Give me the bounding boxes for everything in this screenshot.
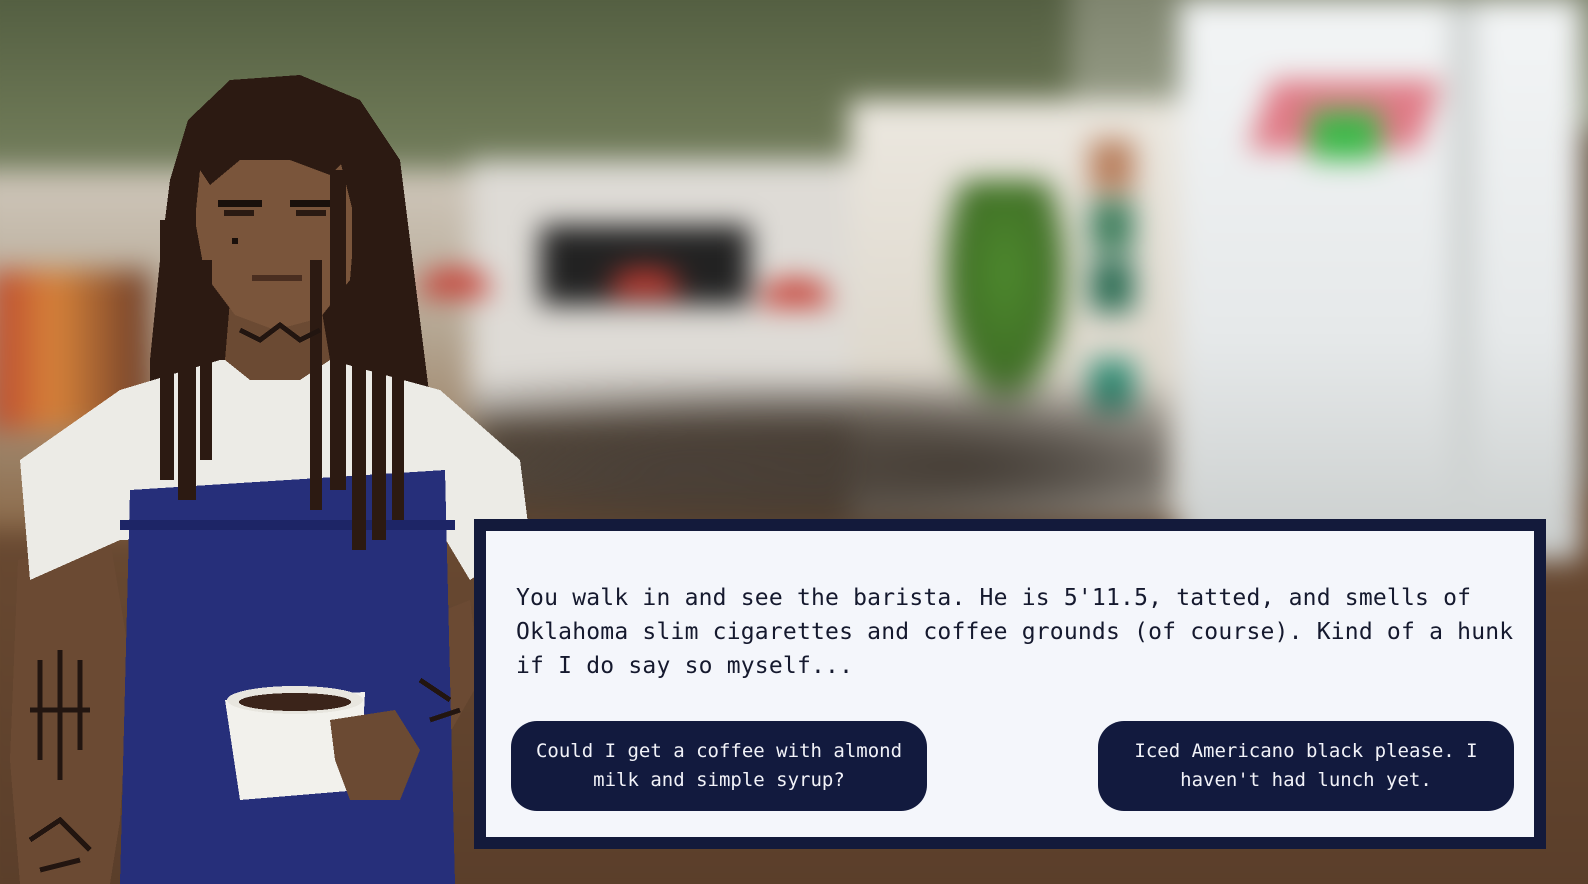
dialogue-box: You walk in and see the barista. He is 5…	[474, 519, 1546, 849]
choice-label: Could I get a coffee with almond milk an…	[535, 740, 903, 791]
apron	[120, 470, 455, 884]
choice-button-almond-milk[interactable]: Could I get a coffee with almond milk an…	[511, 721, 927, 811]
choice-button-iced-americano[interactable]: Iced Americano black please. I haven't h…	[1098, 721, 1514, 811]
choice-label: Iced Americano black please. I haven't h…	[1134, 740, 1478, 791]
narration-text: You walk in and see the barista. He is 5…	[516, 585, 1514, 679]
